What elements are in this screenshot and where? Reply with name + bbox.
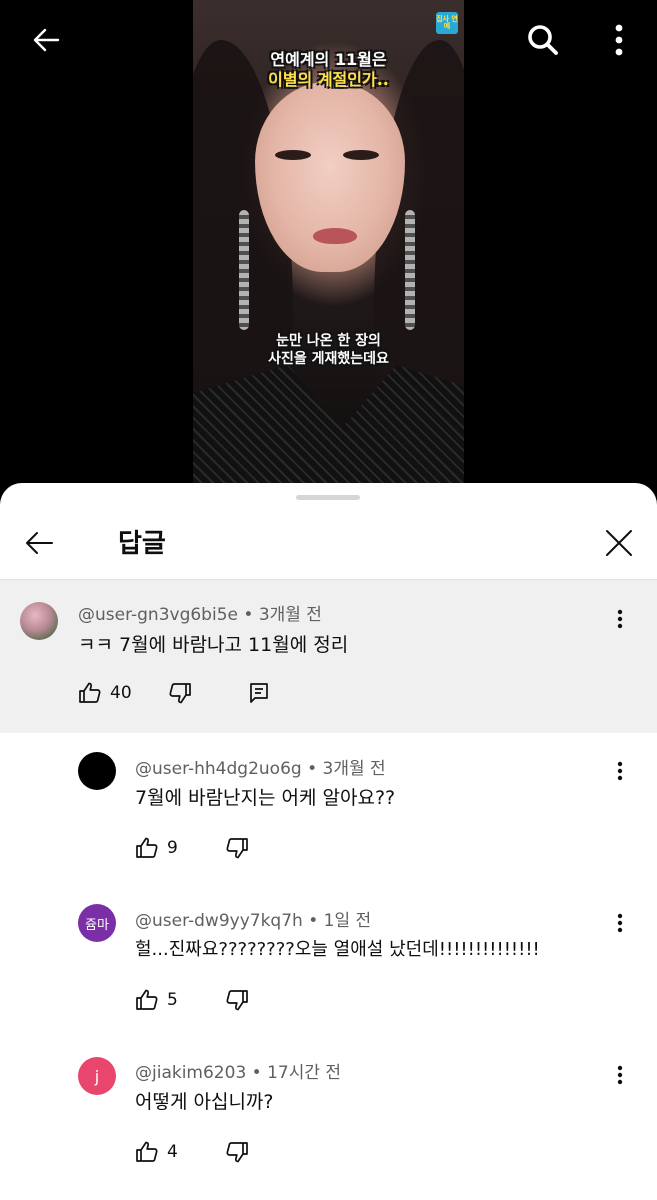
portrait-earring (239, 210, 249, 330)
more-vertical-icon (617, 913, 623, 933)
drag-handle[interactable] (296, 495, 360, 500)
portrait-eye (275, 150, 311, 160)
dislike-button[interactable] (225, 833, 249, 863)
like-count: 40 (110, 683, 132, 703)
like-count: 9 (167, 838, 178, 858)
video-thumbnail[interactable]: 집사 연예 연예계의 11월은 이별의 계절인가.. 눈만 나온 한 장의 사진… (193, 0, 464, 484)
reply-meta: @user-dw9yy7kq7h • 1일 전 (135, 906, 371, 931)
dislike-button[interactable] (225, 985, 249, 1015)
reply-author[interactable]: @jiakim6203 (135, 1063, 246, 1083)
video-player[interactable]: 집사 연예 연예계의 11월은 이별의 계절인가.. 눈만 나온 한 장의 사진… (0, 0, 657, 500)
sheet-back-button[interactable] (17, 521, 61, 565)
comment-author[interactable]: @user-gn3vg6bi5e (78, 605, 238, 625)
reply-text: 7월에 바람난지는 어케 알아요?? (135, 787, 396, 809)
avatar[interactable]: j (78, 1057, 116, 1095)
reply-author[interactable]: @user-dw9yy7kq7h (135, 911, 303, 931)
comment-more-button[interactable] (608, 604, 632, 634)
search-icon (528, 25, 558, 55)
meta-separator: • (308, 911, 319, 931)
like-button[interactable]: 5 (135, 985, 178, 1015)
portrait-eye (343, 150, 379, 160)
meta-separator: • (307, 759, 318, 779)
more-options-button[interactable] (597, 18, 641, 62)
channel-logo: 집사 연예 (436, 12, 458, 34)
reply-button[interactable] (248, 678, 270, 708)
dislike-button[interactable] (225, 1137, 249, 1167)
avatar[interactable] (78, 752, 116, 790)
sheet-header: 답글 (0, 507, 657, 577)
meta-separator: • (251, 1063, 262, 1083)
avatar-initial: 쥼마 (85, 917, 109, 933)
reply-comment-icon (250, 683, 268, 703)
thumbs-down-icon (226, 1142, 248, 1163)
arrow-left-icon (26, 532, 53, 554)
reply-meta: @jiakim6203 • 17시간 전 (135, 1058, 341, 1083)
reply-text: 헐...진짜요????????오늘 열애설 났던데!!!!!!!!!!!!!! (135, 939, 540, 960)
caption-line: 이별의 계절인가.. (268, 70, 389, 89)
reply-time: 1일 전 (323, 911, 372, 931)
thumbs-down-icon (226, 990, 248, 1011)
reply-time: 17시간 전 (267, 1063, 342, 1083)
thumbs-up-icon (136, 989, 158, 1010)
like-count: 4 (167, 1142, 178, 1162)
avatar[interactable] (20, 602, 58, 640)
arrow-left-icon (33, 28, 60, 52)
dislike-button[interactable] (168, 678, 192, 708)
video-caption-top: 연예계의 11월은 이별의 계절인가.. (193, 50, 464, 90)
close-icon (606, 530, 632, 556)
reply-more-button[interactable] (608, 756, 632, 786)
meta-separator: • (243, 605, 254, 625)
like-button[interactable]: 9 (135, 833, 178, 863)
reply-more-button[interactable] (608, 1060, 632, 1090)
more-vertical-icon (617, 1065, 623, 1085)
close-button[interactable] (597, 521, 641, 565)
search-button[interactable] (521, 18, 565, 62)
caption-line: 연예계의 11월은 (270, 50, 387, 69)
video-caption-bottom: 눈만 나온 한 장의 사진을 게재했는데요 (193, 333, 464, 368)
reply-more-button[interactable] (608, 908, 632, 938)
reply-time: 3개월 전 (322, 759, 386, 779)
thumbs-down-icon (169, 683, 191, 704)
comment-time: 3개월 전 (258, 605, 322, 625)
sheet-title: 답글 (118, 529, 166, 559)
like-count: 5 (167, 990, 178, 1010)
replies-sheet: 답글 @user-gn3vg6bi5e • 3개월 전 ㅋㅋ 7월에 바람나고 … (0, 483, 657, 1200)
more-vertical-icon (615, 24, 623, 56)
thumbs-up-icon (136, 837, 158, 858)
reply-author[interactable]: @user-hh4dg2uo6g (135, 759, 302, 779)
like-button[interactable]: 4 (135, 1137, 178, 1167)
like-button[interactable]: 40 (78, 678, 132, 708)
reply-text: 어떻게 아십니까? (135, 1091, 274, 1113)
caption-line: 사진을 게재했는데요 (268, 350, 389, 367)
more-vertical-icon (617, 609, 623, 629)
avatar-initial: j (94, 1066, 100, 1086)
parent-comment: @user-gn3vg6bi5e • 3개월 전 ㅋㅋ 7월에 바람나고 11월… (0, 580, 657, 733)
comment-text: ㅋㅋ 7월에 바람나고 11월에 정리 (78, 634, 349, 656)
comment-meta: @user-gn3vg6bi5e • 3개월 전 (78, 600, 322, 625)
thumbs-down-icon (226, 838, 248, 859)
reply-meta: @user-hh4dg2uo6g • 3개월 전 (135, 754, 386, 779)
thumbs-up-icon (79, 682, 101, 703)
avatar[interactable]: 쥼마 (78, 904, 116, 942)
more-vertical-icon (617, 761, 623, 781)
back-button[interactable] (24, 18, 68, 62)
portrait-earring (405, 210, 415, 330)
thumbs-up-icon (136, 1141, 158, 1162)
portrait-lips (313, 228, 357, 244)
caption-line: 눈만 나온 한 장의 (276, 333, 381, 349)
